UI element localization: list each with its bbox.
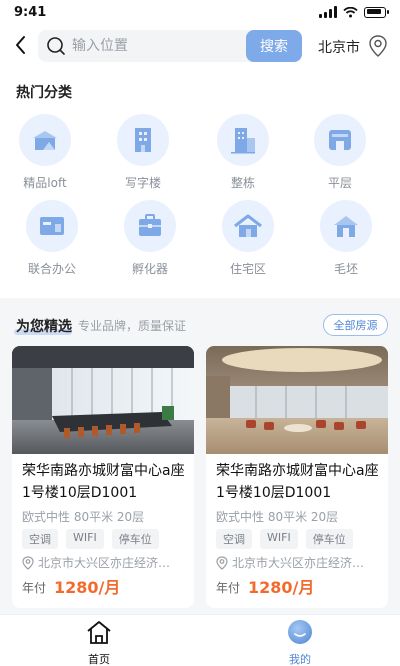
whole-building-icon — [231, 128, 255, 154]
tag-parking: 停车位 — [111, 529, 159, 549]
status-time: 9:41 — [14, 5, 47, 20]
listing-title: 荣华南路亦城财富中心a座1号楼10层D1001 — [216, 463, 379, 501]
listing-spec: 欧式中性 80平米 20层 — [22, 510, 145, 524]
category-label: 孵化器 — [131, 262, 168, 276]
listing-card[interactable]: 荣华南路亦城财富中心a座1号楼10层D1001 欧式中性 80平米 20层 空调… — [206, 346, 388, 608]
listing-address: 北京市大兴区亦庄经济… — [22, 554, 170, 571]
listing-tags: 空调 WIFI 停车位 — [216, 529, 353, 549]
tag-wifi: WIFI — [66, 529, 104, 549]
tab-label: 首页 — [88, 653, 110, 666]
search-button[interactable]: 搜索 — [246, 30, 302, 62]
tab-home[interactable]: 首页 — [64, 619, 134, 666]
category-incubator[interactable]: 孵化器 — [110, 200, 190, 277]
category-label: 精品loft — [23, 176, 67, 190]
category-flat-floor[interactable]: 平层 — [300, 114, 380, 191]
search-icon — [47, 37, 65, 55]
hot-categories-title: 热门分类 — [14, 82, 74, 102]
payment-term: 年付 — [22, 581, 47, 595]
listing-photo — [206, 346, 388, 454]
incubator-icon — [139, 214, 161, 236]
category-label: 平层 — [327, 176, 352, 190]
status-bar: 9:41 — [0, 0, 400, 28]
home-icon — [87, 621, 111, 644]
bare-shell-icon — [334, 216, 358, 237]
listing-spec: 欧式中性 80平米 20层 — [216, 510, 339, 524]
listing-address-text: 北京市大兴区亦庄经济… — [232, 556, 365, 570]
category-label: 毛坯 — [333, 262, 358, 276]
wifi-icon — [343, 6, 358, 17]
tab-profile[interactable]: 我的 — [265, 619, 335, 666]
picks-title: 为您精选 — [14, 316, 72, 336]
back-arrow-icon[interactable] — [12, 34, 30, 56]
listing-address-text: 北京市大兴区亦庄经济… — [38, 556, 171, 570]
location-pin-icon — [22, 555, 34, 570]
listing-price: 1280/月 — [54, 578, 121, 597]
loft-icon — [33, 131, 57, 150]
signal-icon — [319, 6, 337, 18]
listing-photo — [12, 346, 194, 454]
residential-icon — [234, 214, 262, 237]
category-loft[interactable]: 精品loft — [5, 114, 85, 191]
city-selector[interactable]: 北京市 — [318, 37, 360, 57]
location-pin-icon — [216, 555, 228, 570]
battery-icon — [364, 6, 389, 18]
search-input[interactable] — [72, 30, 242, 62]
category-label: 写字楼 — [124, 176, 161, 190]
listing-address: 北京市大兴区亦庄经济… — [216, 554, 364, 571]
tag-air-conditioning: 空调 — [22, 529, 58, 549]
all-listings-button[interactable]: 全部房源 — [323, 314, 388, 336]
category-whole-building[interactable]: 整栋 — [203, 114, 283, 191]
picks-subtitle: 专业品牌，质量保证 — [78, 319, 187, 333]
category-label: 整栋 — [230, 176, 255, 190]
listing-tags: 空调 WIFI 停车位 — [22, 529, 159, 549]
category-office[interactable]: 写字楼 — [103, 114, 183, 191]
listing-card[interactable]: 荣华南路亦城财富中心a座1号楼10层D1001 欧式中性 80平米 20层 空调… — [12, 346, 194, 608]
status-icons — [319, 6, 389, 18]
office-building-icon — [135, 128, 151, 152]
location-pin-icon[interactable] — [368, 34, 388, 58]
listing-title: 荣华南路亦城财富中心a座1号楼10层D1001 — [22, 463, 185, 501]
coworking-icon — [40, 217, 64, 235]
category-coworking[interactable]: 联合办公 — [12, 200, 92, 277]
flat-floor-icon — [329, 130, 351, 150]
profile-icon — [288, 620, 312, 644]
category-residential[interactable]: 住宅区 — [208, 200, 288, 277]
tag-wifi: WIFI — [260, 529, 298, 549]
bottom-tab-bar: 首页 我的 — [0, 614, 400, 666]
payment-term: 年付 — [216, 581, 241, 595]
category-label: 联合办公 — [27, 262, 76, 276]
category-label: 住宅区 — [229, 262, 266, 276]
tab-label: 我的 — [289, 653, 311, 666]
tag-parking: 停车位 — [305, 529, 353, 549]
category-bare-shell[interactable]: 毛坯 — [306, 200, 386, 277]
tag-air-conditioning: 空调 — [216, 529, 252, 549]
listing-price: 1280/月 — [248, 578, 315, 597]
